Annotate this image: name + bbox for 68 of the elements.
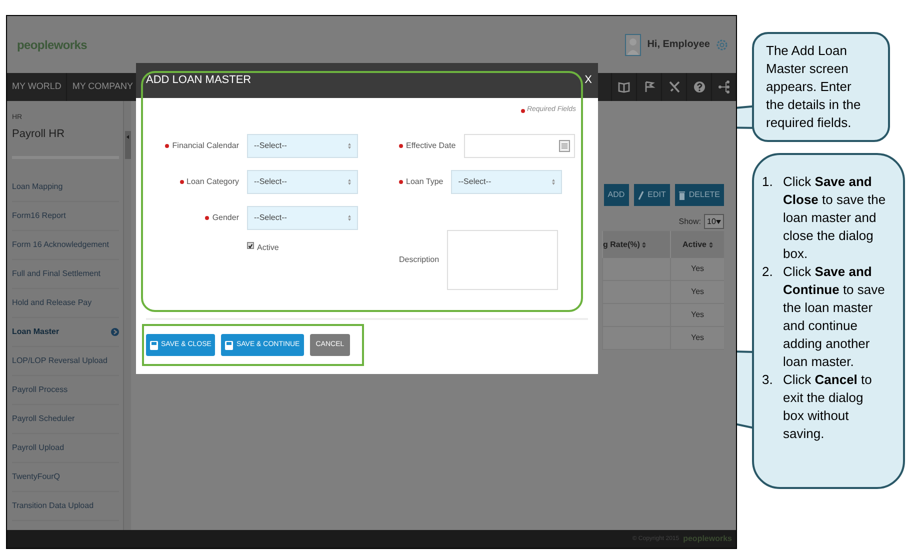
sidebar-item[interactable]: TwentyFourQ	[12, 471, 60, 483]
select-field[interactable]: --Select--	[451, 170, 562, 194]
step-number: 3.	[761, 371, 774, 389]
field-label: Effective Date	[406, 140, 456, 152]
sidebar-item[interactable]: Payroll Scheduler	[12, 413, 75, 425]
description-field[interactable]	[447, 230, 558, 290]
table-cell: Yes	[690, 332, 704, 344]
sidebar-item[interactable]: Transition Data Upload	[12, 500, 94, 512]
select-field[interactable]: --Select--	[247, 134, 358, 158]
select-field[interactable]: --Select--	[247, 206, 358, 230]
table-cell: Yes	[690, 286, 704, 298]
flag-icon[interactable]	[642, 80, 656, 94]
show-label: Show:	[678, 216, 701, 228]
table-cell: Yes	[690, 263, 704, 275]
sort-icon	[708, 242, 712, 248]
column-header[interactable]: Active	[682, 238, 706, 250]
select-field[interactable]: --Select--	[247, 170, 358, 194]
user-greeting: Hi, Employee	[647, 38, 710, 52]
toolbar-button[interactable]: ADD	[604, 184, 629, 206]
toolbar-button[interactable]: DELETE	[674, 184, 724, 206]
avatar-icon	[625, 34, 642, 56]
field-label: Financial Calendar	[172, 140, 239, 152]
page-size-select[interactable]: 10	[704, 214, 724, 229]
column-header[interactable]: g Rate(%)	[603, 238, 640, 250]
calendar-icon	[558, 140, 570, 152]
toolbar-button[interactable]: EDIT	[634, 184, 670, 206]
sort-icon	[642, 242, 646, 248]
pencil-icon	[638, 190, 644, 200]
checkmark-icon	[248, 242, 253, 248]
sidebar-item[interactable]: Hold and Release Pay	[12, 297, 92, 309]
book-icon[interactable]	[618, 80, 630, 94]
sidebar-item[interactable]: Payroll Upload	[12, 442, 64, 454]
updown-icon	[348, 143, 351, 149]
callout-text: The Add Loan Master screen appears. Enter the details in the required fields.	[766, 42, 862, 132]
dialog-title: ADD LOAN MASTER	[146, 73, 252, 88]
date-field[interactable]	[464, 134, 575, 158]
sidebar-title: Payroll HR	[12, 126, 66, 142]
table-cell: Yes	[690, 309, 704, 321]
sidebar-item[interactable]: LOP/LOP Reversal Upload	[12, 355, 108, 367]
checkbox-label[interactable]: Active	[257, 242, 279, 254]
updown-icon	[348, 215, 351, 221]
step-text: Click Cancel to exit the dialog box without saving.	[783, 371, 873, 443]
collapse-handle-icon[interactable]	[124, 131, 130, 159]
updown-icon	[552, 179, 556, 185]
share-icon[interactable]	[718, 80, 730, 94]
field-label: Description	[399, 254, 440, 266]
sidebar-item[interactable]: Loan Mapping	[12, 181, 63, 193]
close-button[interactable]: X	[584, 72, 592, 89]
step-number: 1.	[761, 173, 774, 191]
arrow-circle-icon	[111, 328, 119, 336]
sidebar-item[interactable]: Form 16 Acknowledgement	[12, 239, 109, 251]
sidebar-item[interactable]: Full and Final Settlement	[12, 268, 100, 280]
step-text: Click Save and Close to save the loan master and close the dialog box.	[783, 173, 887, 263]
field-label: Gender	[212, 212, 239, 224]
step-text: Click Save and Continue to save the loan master and continue adding another loan master.	[783, 263, 886, 371]
help-icon[interactable]	[692, 80, 706, 94]
logo: peopleworks	[17, 36, 88, 54]
trash-icon	[678, 190, 685, 200]
updown-icon	[348, 179, 351, 185]
caret-icon	[716, 220, 721, 224]
required-mark-icon	[520, 108, 525, 112]
field-label: Loan Type	[406, 176, 444, 188]
step-number: 2.	[761, 263, 774, 281]
sidebar-item[interactable]: Loan Master	[12, 326, 60, 338]
checkbox[interactable]	[247, 242, 254, 249]
sidebar-item[interactable]: Payroll Process	[12, 384, 68, 396]
sidebar-item[interactable]: Form16 Report	[12, 210, 66, 222]
field-label: Loan Category	[186, 176, 239, 188]
